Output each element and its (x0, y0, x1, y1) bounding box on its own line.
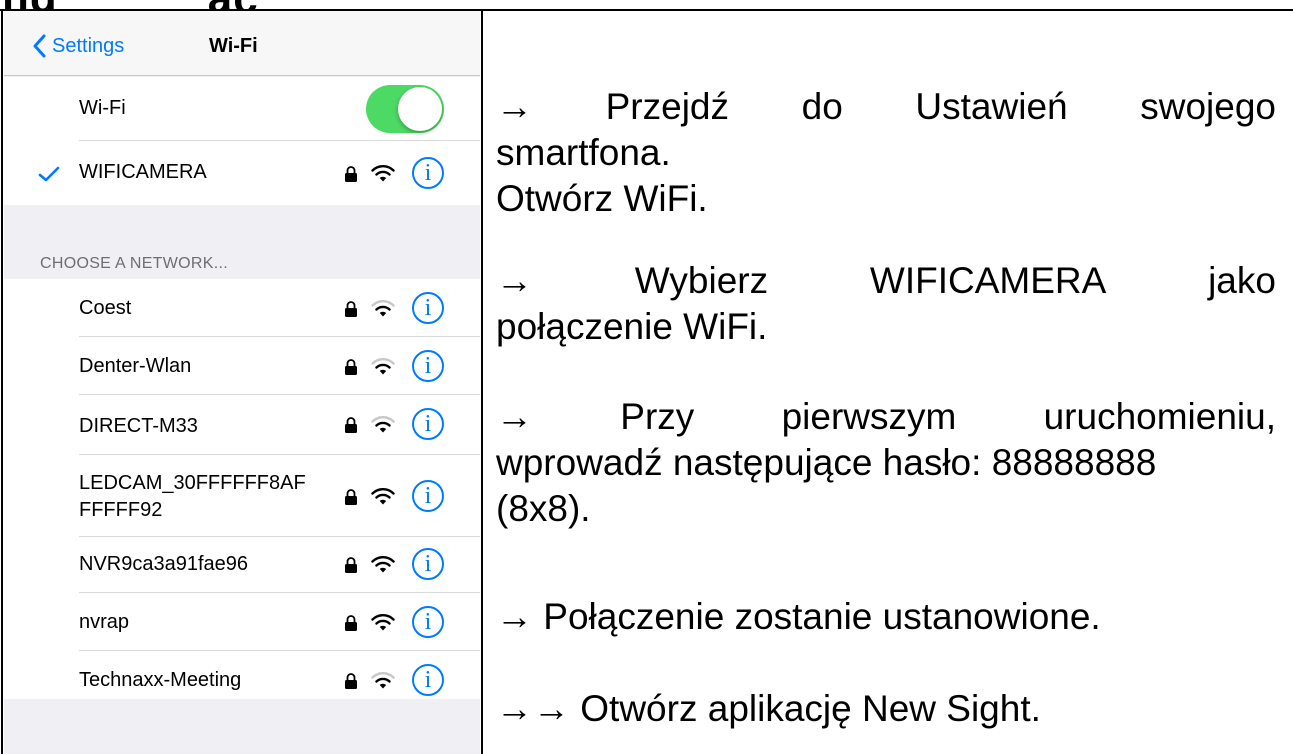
step-3-line-3: (8x8). (496, 488, 591, 529)
arrow-glyph: → (496, 260, 533, 301)
wifi-icon (371, 488, 395, 505)
network-row[interactable]: LEDCAM_30FFFFFF8AF FFFFF92 i (4, 455, 480, 537)
step-text-word: jako (1208, 260, 1276, 301)
arrow-glyph: → (496, 86, 533, 127)
step-3-line-2: wprowadź następujące hasło: 88888888 (496, 442, 1157, 483)
info-icon[interactable]: i (412, 408, 444, 440)
step-1-line-1: → Przejdź do Ustawień swojego (496, 84, 1276, 130)
navigation-bar: Settings Wi-Fi (4, 11, 480, 76)
wifi-icon (371, 165, 395, 182)
instruction-step-4: → Połączenie zostanie ustanowione. (496, 594, 1276, 640)
wifi-icon (371, 672, 395, 689)
step-text-word: Ustawień (915, 86, 1068, 127)
step-text-word: do (801, 86, 843, 127)
network-status-icons: i (344, 547, 449, 581)
network-status-icons: i (344, 663, 449, 697)
network-row[interactable]: Denter-Wlan i (4, 337, 480, 395)
step-4-line: → Połączenie zostanie ustanowione. (496, 596, 1101, 637)
wifi-toggle-switch[interactable] (366, 85, 444, 133)
lock-icon (345, 359, 357, 375)
table-column-divider (481, 9, 483, 754)
wifi-icon (371, 300, 395, 317)
networks-group: Coest i Denter-Wlan i DIRECT-M33 i LEDCA… (4, 279, 480, 699)
network-name-line2: FFFFF92 (79, 499, 163, 521)
table-left-border (1, 9, 3, 754)
network-row[interactable]: nvrap i (4, 593, 480, 651)
connected-network-name: WIFICAMERA (79, 161, 207, 183)
lock-icon (345, 557, 357, 573)
step-text-word: Przy (620, 396, 695, 437)
checkmark-icon (38, 166, 60, 182)
network-row[interactable]: NVR9ca3a91fae96 i (4, 537, 480, 593)
step-text-word: swojego (1140, 86, 1276, 127)
network-row[interactable]: DIRECT-M33 i (4, 395, 480, 455)
step-5-line: →→ Otwórz aplikację New Sight. (496, 688, 1041, 729)
back-button-label: Settings (52, 34, 125, 57)
info-icon[interactable]: i (412, 350, 444, 382)
step-1-line-3: Otwórz WiFi. (496, 178, 708, 219)
wifi-icon (371, 556, 395, 573)
wifi-icon (371, 614, 395, 631)
info-icon[interactable]: i (412, 606, 444, 638)
step-text-word: Wybierz (634, 260, 769, 301)
instruction-step-3: → Przy pierwszym uruchomieniu, wprowadź … (496, 394, 1276, 532)
lock-icon (345, 166, 357, 182)
connected-network-row[interactable]: WIFICAMERA i (4, 141, 480, 205)
wifi-icon (371, 358, 395, 375)
instruction-step-1: → Przejdź do Ustawień swojego smartfona.… (496, 84, 1276, 222)
step-2-line-2: połączenie WiFi. (496, 306, 768, 347)
lock-icon (345, 615, 357, 631)
lock-icon (345, 673, 357, 689)
network-status-icons: i (344, 156, 449, 190)
info-icon[interactable]: i (412, 292, 444, 324)
network-status-icons: i (344, 407, 449, 441)
network-name: NVR9ca3a91fae96 (79, 553, 249, 575)
network-name: DIRECT-M33 (79, 415, 198, 437)
network-row[interactable]: Coest i (4, 279, 480, 337)
lock-icon (345, 301, 357, 317)
wifi-group: Wi-Fi WIFICAMERA i (4, 77, 480, 205)
step-3-line-1: → Przy pierwszym uruchomieniu, (496, 394, 1276, 440)
network-row[interactable]: Technaxx-Meeting i (4, 651, 480, 709)
network-name-line1: LEDCAM_30FFFFFF8AF (79, 472, 306, 494)
network-name: Denter-Wlan (79, 355, 192, 377)
info-icon[interactable]: i (412, 664, 444, 696)
network-status-icons: i (344, 349, 449, 383)
info-icon[interactable]: i (412, 157, 444, 189)
back-button[interactable]: Settings (32, 31, 124, 61)
step-text-word: uruchomieniu, (1043, 396, 1276, 437)
choose-network-header: CHOOSE A NETWORK... (40, 255, 228, 272)
chevron-left-icon (33, 34, 46, 58)
phone-wifi-settings-screenshot: Settings Wi-Fi Wi-Fi WIFICAMERA i CHOOSE… (4, 11, 480, 754)
wifi-toggle-label: Wi-Fi (79, 97, 126, 119)
instruction-step-2: → Wybierz WIFICAMERA jako połączenie WiF… (496, 258, 1276, 350)
network-status-icons: i (344, 605, 449, 639)
network-status-icons: i (344, 479, 449, 513)
step-text-word: Przejdź (605, 86, 730, 127)
lock-icon (345, 489, 357, 505)
lock-icon (345, 417, 357, 433)
network-name: Coest (79, 297, 132, 319)
step-1-line-2: smartfona. (496, 132, 671, 173)
toggle-knob (398, 87, 442, 131)
network-status-icons: i (344, 291, 449, 325)
step-2-line-1: → Wybierz WIFICAMERA jako (496, 258, 1276, 304)
step-text-word: WIFICAMERA (869, 260, 1107, 301)
wifi-toggle-row: Wi-Fi (4, 77, 480, 141)
info-icon[interactable]: i (412, 480, 444, 512)
arrow-glyph: → (496, 396, 533, 437)
step-text-word: pierwszym (781, 396, 957, 437)
network-name: LEDCAM_30FFFFFF8AF FFFFF92 (79, 470, 306, 524)
info-icon[interactable]: i (412, 548, 444, 580)
wifi-icon (371, 416, 395, 433)
instruction-step-5: →→ Otwórz aplikację New Sight. (496, 686, 1276, 732)
network-name: nvrap (79, 611, 130, 633)
nav-title: Wi-Fi (209, 35, 258, 57)
network-name: Technaxx-Meeting (79, 669, 242, 691)
